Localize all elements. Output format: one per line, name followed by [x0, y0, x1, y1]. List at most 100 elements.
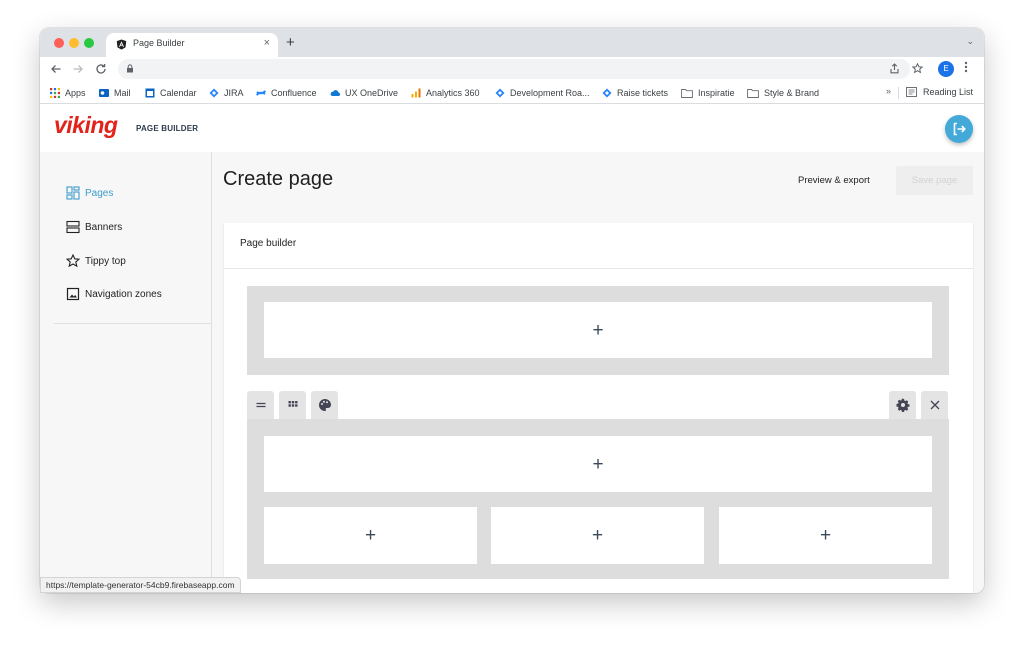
sidebar-divider: [54, 323, 212, 324]
tab-close-icon[interactable]: ×: [264, 37, 270, 49]
sidebar-item-navigation-zones[interactable]: Navigation zones: [66, 286, 162, 302]
reading-list-label: Reading List: [923, 87, 974, 97]
bookmark-folder-style-brand[interactable]: Style & Brand: [747, 87, 819, 99]
folder-icon: [681, 89, 693, 98]
bookmark-calendar[interactable]: Calendar: [145, 87, 197, 99]
tab-title: Page Builder: [133, 38, 185, 48]
bookmark-label: Raise tickets: [617, 88, 669, 98]
close-icon: [930, 400, 939, 410]
preview-export-button[interactable]: Preview & export: [798, 175, 870, 186]
close-window-button[interactable]: [54, 38, 64, 48]
bookmark-folder-inspiratie[interactable]: Inspiratie: [681, 87, 735, 99]
app-viewport: viking PAGE BUILDER Pages Banners Tippy …: [40, 105, 984, 593]
save-page-button[interactable]: Save page: [896, 166, 973, 195]
folder-icon: [747, 89, 759, 98]
add-icon: +: [592, 453, 604, 475]
lock-icon: [127, 64, 133, 73]
bookmark-mail[interactable]: Mail: [99, 87, 131, 99]
add-icon: +: [592, 319, 604, 341]
back-arrow-icon[interactable]: [50, 63, 62, 75]
apps-grid-icon: [50, 88, 60, 98]
bookmark-label: UX OneDrive: [345, 88, 399, 98]
layout-grid-button[interactable]: [279, 391, 306, 419]
bookmark-star-icon[interactable]: [912, 63, 923, 74]
bookmark-jira[interactable]: JIRA: [209, 87, 244, 99]
logout-icon: [953, 122, 966, 136]
new-tab-button[interactable]: +: [286, 34, 295, 51]
analytics-icon: [411, 88, 421, 98]
angular-icon: [116, 39, 127, 50]
sidebar-item-label: Navigation zones: [85, 288, 162, 300]
add-block-slot[interactable]: +: [264, 302, 932, 358]
bookmark-raise-tickets[interactable]: Raise tickets: [602, 87, 668, 99]
maximize-window-button[interactable]: [84, 38, 94, 48]
reading-list-button[interactable]: Reading List: [906, 87, 973, 97]
bookmark-confluence[interactable]: Confluence: [256, 87, 317, 99]
bookmark-analytics-360[interactable]: Analytics 360: [411, 87, 480, 99]
add-block-slot[interactable]: +: [719, 507, 932, 564]
page-builder-card: Page builder + + + + +: [224, 223, 973, 593]
drag-handle-icon: [256, 402, 265, 408]
address-bar[interactable]: [118, 59, 910, 79]
logo-subtitle: PAGE BUILDER: [136, 124, 199, 133]
bookmark-label: Analytics 360: [426, 88, 480, 98]
sidebar-item-banners[interactable]: Banners: [66, 219, 122, 235]
bookmark-label: JIRA: [224, 88, 244, 98]
tab-search-button[interactable]: ⌄: [966, 36, 974, 47]
add-block-slot[interactable]: +: [264, 507, 477, 564]
bookmark-label: Apps: [65, 88, 86, 98]
palette-icon: [318, 399, 331, 411]
viking-logo[interactable]: viking: [54, 112, 118, 139]
forward-arrow-icon[interactable]: [72, 63, 84, 75]
sidebar-item-tippy-top[interactable]: Tippy top: [66, 253, 126, 269]
card-divider: [224, 268, 973, 269]
theme-palette-button[interactable]: [311, 391, 338, 419]
remove-row-button[interactable]: [921, 391, 948, 419]
add-block-slot[interactable]: +: [264, 436, 932, 492]
calendar-icon: [145, 88, 155, 98]
tab-page-builder[interactable]: Page Builder ×: [106, 33, 278, 57]
bookmark-apps[interactable]: Apps: [50, 87, 86, 99]
browser-toolbar: E: [40, 57, 984, 82]
minimize-window-button[interactable]: [69, 38, 79, 48]
bookmark-ux-onedrive[interactable]: UX OneDrive: [330, 87, 398, 99]
jira-icon: [209, 88, 219, 98]
more-bookmarks-button[interactable]: »: [886, 86, 891, 96]
rows-icon: [66, 220, 80, 234]
logout-button[interactable]: [945, 115, 973, 143]
add-icon: +: [364, 525, 377, 546]
bookmark-development-roadmap[interactable]: Development Roa...: [495, 87, 590, 99]
apps-icon: [288, 401, 297, 407]
profile-avatar[interactable]: E: [938, 61, 954, 77]
add-block-slot[interactable]: +: [491, 507, 704, 564]
page-title: Create page: [223, 168, 334, 190]
sidebar: Pages Banners Tippy top Navigation zones: [40, 152, 212, 593]
status-bar-url: https://template-generator-54cb9.firebas…: [40, 577, 241, 593]
bookmark-label: Mail: [114, 88, 131, 98]
sidebar-item-label: Tippy top: [85, 255, 126, 267]
outlook-icon: [99, 89, 109, 97]
reload-icon[interactable]: [95, 63, 107, 75]
confluence-icon: [256, 90, 266, 96]
bookmarks-divider: [898, 87, 899, 99]
bookmark-label: Development Roa...: [510, 88, 590, 98]
bookmarks-bar: Apps Mail Calendar JIRA Confluence UX On…: [40, 82, 984, 104]
bookmark-label: Style & Brand: [764, 88, 820, 98]
card-title: Page builder: [240, 238, 297, 249]
add-icon: +: [591, 525, 604, 546]
browser-menu-icon[interactable]: [964, 61, 968, 73]
sidebar-item-label: Banners: [85, 221, 123, 233]
drag-handle[interactable]: [247, 391, 274, 419]
star-icon: [66, 254, 80, 268]
bookmark-label: Calendar: [160, 88, 197, 98]
add-icon: +: [819, 525, 832, 546]
browser-window: Page Builder × + ⌄ E Apps Mail Calendar: [40, 28, 984, 593]
grid-icon: [66, 186, 80, 200]
share-icon[interactable]: [889, 63, 900, 74]
sidebar-item-pages[interactable]: Pages: [66, 185, 113, 201]
reading-list-icon: [906, 87, 917, 97]
row-settings-button[interactable]: [889, 391, 916, 419]
sidebar-item-label: Pages: [85, 187, 114, 199]
app-header: viking PAGE BUILDER: [40, 105, 984, 152]
jira-icon: [495, 88, 505, 98]
